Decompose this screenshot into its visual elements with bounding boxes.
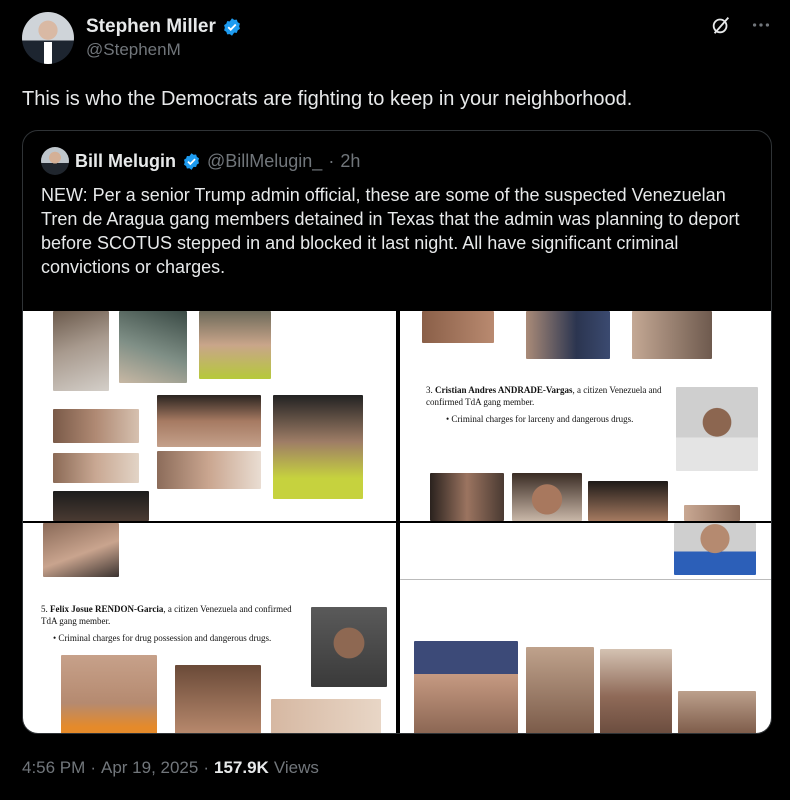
document-entry-3: 3. Cristian Andres ANDRADE-Vargas, a cit… xyxy=(426,384,686,408)
photo-thumbnail xyxy=(53,409,139,443)
media-image-1[interactable] xyxy=(23,311,396,521)
photo-thumbnail xyxy=(199,311,271,379)
quote-header: Bill Melugin @BillMelugin_ · 2h xyxy=(41,147,360,175)
media-image-2[interactable]: 3. Cristian Andres ANDRADE-Vargas, a cit… xyxy=(400,311,771,521)
mugshot-photo xyxy=(674,523,756,575)
verified-badge-icon xyxy=(223,18,240,36)
photo-thumbnail xyxy=(678,691,756,733)
quote-author-avatar xyxy=(41,147,69,175)
entry-name: Cristian Andres ANDRADE-Vargas xyxy=(435,385,573,395)
quote-author-name: Bill Melugin xyxy=(75,150,176,171)
views-count: 157.9K xyxy=(214,758,269,777)
photo-thumbnail xyxy=(43,523,119,577)
photo-thumbnail xyxy=(526,311,610,359)
photo-thumbnail xyxy=(53,491,149,521)
document-bullet-3: • Criminal charges for larceny and dange… xyxy=(446,414,634,424)
photo-thumbnail xyxy=(157,395,261,447)
quote-author-handle: @BillMelugin_ xyxy=(207,150,323,171)
quote-text: NEW: Per a senior Trump admin official, … xyxy=(41,185,740,277)
photo-thumbnail xyxy=(526,647,594,733)
photo-thumbnail xyxy=(588,481,668,521)
entry-rest: , a citizen Venezuela and xyxy=(572,385,662,395)
author-name[interactable]: Stephen Miller xyxy=(86,16,216,38)
entry-line2: confirmed TdA gang member. xyxy=(426,397,535,407)
entry-number: 5. xyxy=(41,604,48,614)
photo-thumbnail xyxy=(600,649,672,733)
entry-number: 3. xyxy=(426,385,433,395)
photo-thumbnail xyxy=(157,451,261,489)
quote-timestamp: 2h xyxy=(340,150,361,171)
media-image-4[interactable] xyxy=(400,523,771,733)
mugshot-photo xyxy=(676,387,758,471)
photo-thumbnail xyxy=(632,311,712,359)
photo-thumbnail xyxy=(271,699,381,733)
quoted-tweet[interactable]: Bill Melugin @BillMelugin_ · 2h NEW: Per… xyxy=(22,130,772,734)
author-avatar[interactable] xyxy=(22,12,74,64)
tweet-date[interactable]: Apr 19, 2025 xyxy=(101,758,198,778)
footer-separator: · xyxy=(90,758,96,777)
photo-thumbnail xyxy=(53,453,139,483)
photo-thumbnail xyxy=(684,505,740,521)
photo-thumbnail xyxy=(61,655,157,733)
document-bullet-5: • Criminal charges for drug possession a… xyxy=(53,633,272,643)
footer-separator: · xyxy=(203,758,210,777)
media-grid[interactable]: 3. Cristian Andres ANDRADE-Vargas, a cit… xyxy=(23,311,771,733)
views-label: Views xyxy=(273,758,319,777)
tweet-text: This is who the Democrats are fighting t… xyxy=(22,88,633,110)
photo-thumbnail xyxy=(53,311,109,391)
tweet-actions-top xyxy=(710,14,772,36)
photo-thumbnail xyxy=(422,311,494,343)
grok-icon[interactable] xyxy=(710,14,732,36)
author-name-row: Stephen Miller xyxy=(86,16,242,38)
document-entry-5: 5. Felix Josue RENDON-Garcia, a citizen … xyxy=(41,603,323,627)
divider-line xyxy=(400,579,771,580)
entry-rest: , a citizen Venezuela and confirmed xyxy=(163,604,292,614)
bullet-text: Criminal charges for drug possession and… xyxy=(58,633,272,643)
photo-thumbnail xyxy=(414,641,518,733)
quote-separator: · xyxy=(328,150,335,171)
author-handle[interactable]: @StephenM xyxy=(86,40,181,60)
photo-thumbnail xyxy=(119,311,187,383)
photo-thumbnail xyxy=(430,473,504,521)
photo-thumbnail xyxy=(175,665,261,733)
entry-name: Felix Josue RENDON-Garcia xyxy=(50,604,164,614)
bullet-text: Criminal charges for larceny and dangero… xyxy=(451,414,634,424)
tweet-footer: 4:56 PM · Apr 19, 2025 · 157.9K Views xyxy=(22,758,319,778)
tweet-header: Stephen Miller @StephenM xyxy=(22,12,772,68)
verified-badge-icon xyxy=(183,152,200,170)
mugshot-photo xyxy=(311,607,387,687)
more-icon[interactable] xyxy=(750,14,772,36)
tweet-time[interactable]: 4:56 PM xyxy=(22,758,85,778)
media-image-3[interactable]: 5. Felix Josue RENDON-Garcia, a citizen … xyxy=(23,523,396,733)
photo-thumbnail xyxy=(512,473,582,521)
photo-thumbnail xyxy=(273,395,363,499)
entry-line2: TdA gang member. xyxy=(41,616,111,626)
